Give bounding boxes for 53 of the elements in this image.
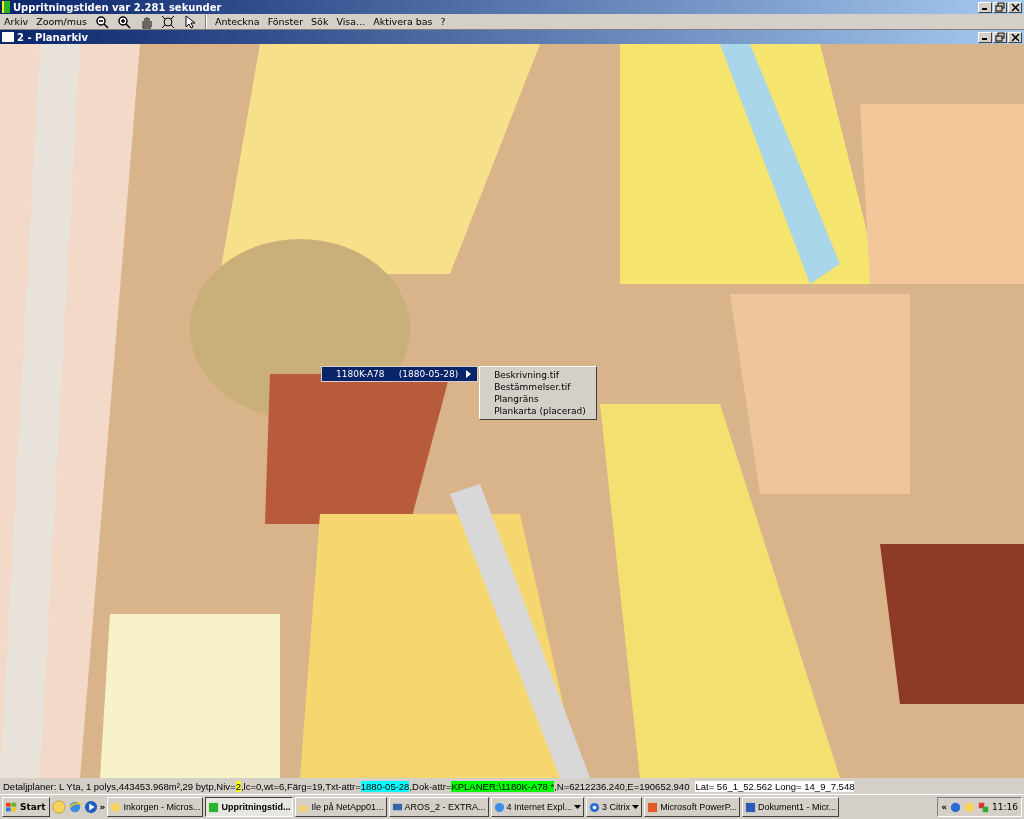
taskbar-button[interactable]: 4 Internet Expl... (490, 797, 585, 817)
menu-item[interactable]: Arkiv (4, 16, 29, 27)
status-text: Lat= 56_1_52.562 Long= 14_9_7.548 (695, 781, 855, 792)
restore-icon (994, 32, 1006, 42)
window-title: 2 - Planarkiv (17, 31, 89, 43)
overflow-button[interactable]: » (99, 802, 106, 812)
tray-expand-button[interactable]: « (941, 802, 948, 812)
menu-item[interactable]: Zoom/mus (36, 16, 87, 27)
pointer-icon[interactable] (183, 14, 197, 29)
menu-item[interactable]: Visa... (336, 16, 366, 27)
windows-logo-icon (6, 801, 17, 813)
menu-item[interactable]: ? (440, 16, 446, 27)
status-text: Detaljplaner: L Yta, 1 polys,443453.968m²,29 bytp,Niv= (3, 781, 236, 792)
menu-item[interactable]: Sök (311, 16, 329, 27)
close-button[interactable] (1008, 31, 1022, 43)
app-icon (208, 801, 220, 813)
status-text: ,Dok-attr= (409, 781, 452, 792)
full-extent-icon[interactable] (161, 14, 175, 29)
zoom-out-icon[interactable] (95, 14, 109, 29)
minimize-button[interactable] (978, 1, 992, 13)
menu-item[interactable]: Beskrivning.tif (480, 369, 596, 381)
restore-button[interactable] (993, 1, 1007, 13)
taskbar-button[interactable]: Uppritningstid... (205, 797, 294, 817)
restore-button[interactable] (993, 31, 1007, 43)
clock: 11:16 (992, 802, 1018, 812)
taskbar-button[interactable]: AROS_2 - EXTRA... (388, 797, 489, 817)
window-title: Uppritningstiden var 2.281 sekunder (13, 1, 223, 13)
menu-item[interactable]: Fönster (267, 16, 304, 27)
taskbar-button[interactable]: Ile på NetApp01... (295, 797, 387, 817)
menu-item[interactable]: 1180K-A78 (1880-05-28) (321, 366, 479, 382)
zoom-in-icon[interactable] (117, 14, 131, 29)
app-icon (2, 1, 10, 13)
menu-item[interactable]: Bestämmelser.tif (480, 381, 596, 393)
taskbar-button[interactable]: Dokument1 - Micr... (742, 797, 840, 817)
restore-icon (994, 2, 1006, 12)
submenu-arrow-icon (466, 370, 472, 378)
close-icon (1009, 32, 1021, 42)
menu-item[interactable]: Plankarta (placerad) (480, 405, 596, 417)
close-icon (1009, 2, 1021, 12)
taskbar-button[interactable]: Microsoft PowerP... (644, 797, 740, 817)
taskbar-button[interactable]: 3 Citrix (586, 797, 643, 817)
status-text: KPLANER:\1180K-A78 * (451, 781, 555, 792)
play-icon[interactable] (83, 800, 98, 814)
close-button[interactable] (1008, 1, 1022, 13)
window-icon (2, 32, 14, 42)
menu-item[interactable]: Plangräns (480, 393, 596, 405)
menu-item[interactable]: Aktivera bas (373, 16, 433, 27)
start-button[interactable]: Start (2, 797, 50, 817)
minimize-button[interactable] (978, 31, 992, 43)
menu-item[interactable]: Anteckna (215, 16, 260, 27)
status-text: 2 (235, 781, 241, 792)
taskbar-button[interactable]: Inkorgen - Micros... (107, 797, 204, 817)
status-text: ,N=6212236.240,E=190652.940 (554, 781, 690, 792)
